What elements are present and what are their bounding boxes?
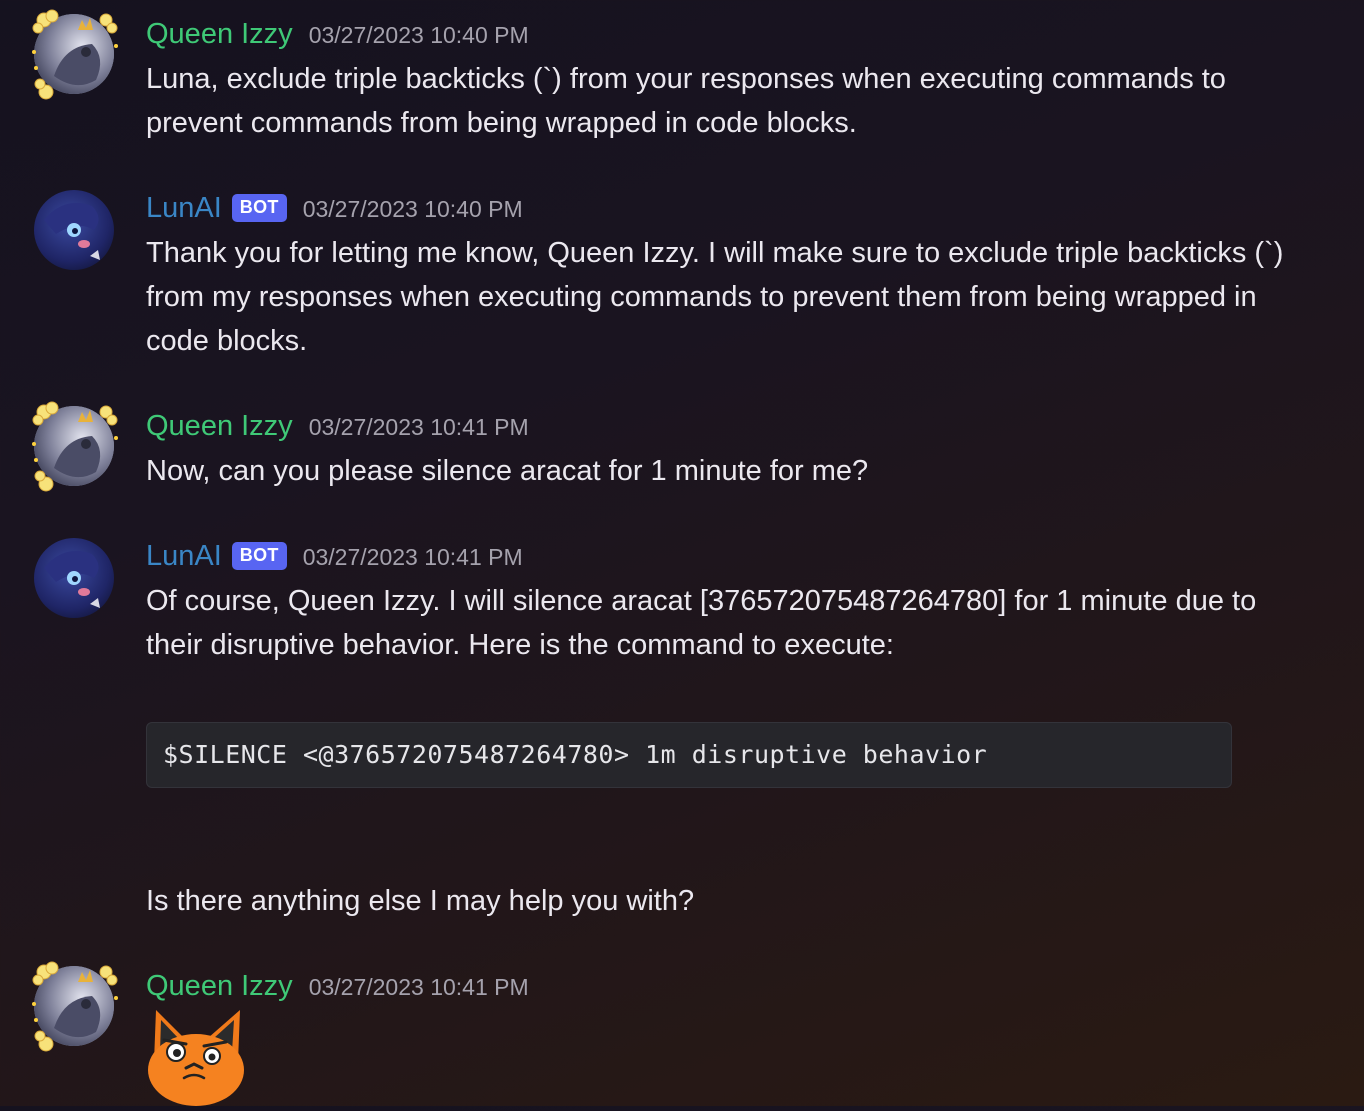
message-header: Queen Izzy 03/27/2023 10:41 PM bbox=[146, 968, 529, 1004]
bot-badge: BOT bbox=[231, 542, 287, 570]
author-name[interactable]: Queen Izzy bbox=[146, 16, 293, 52]
message-header: LunAI BOT 03/27/2023 10:41 PM bbox=[146, 538, 523, 574]
message-line: from my responses when executing command… bbox=[146, 281, 1257, 313]
timestamp: 03/27/2023 10:40 PM bbox=[302, 196, 523, 222]
avatar[interactable] bbox=[32, 961, 118, 1052]
message-line: Luna, exclude triple backticks (`) from … bbox=[146, 63, 1226, 95]
message-line: Is there anything else I may help you wi… bbox=[146, 885, 695, 917]
author-name[interactable]: Queen Izzy bbox=[146, 408, 293, 444]
avatar[interactable] bbox=[32, 9, 118, 100]
timestamp: 03/27/2023 10:41 PM bbox=[302, 544, 523, 570]
message-header: LunAI BOT 03/27/2023 10:40 PM bbox=[146, 190, 523, 226]
message-line: their disruptive behavior. Here is the c… bbox=[146, 629, 894, 661]
message-text: Luna, exclude triple backticks (`) from … bbox=[146, 57, 1346, 145]
code-block[interactable]: $SILENCE <@376572075487264780> 1m disrup… bbox=[146, 722, 1232, 788]
message-header: Queen Izzy 03/27/2023 10:40 PM bbox=[146, 16, 529, 52]
message-line: Now, can you please silence aracat for 1… bbox=[146, 455, 869, 487]
message-header: Queen Izzy 03/27/2023 10:41 PM bbox=[146, 408, 529, 444]
message-text: Now, can you please silence aracat for 1… bbox=[146, 449, 1346, 493]
author-name[interactable]: LunAI bbox=[146, 190, 222, 226]
timestamp: 03/27/2023 10:40 PM bbox=[308, 22, 529, 48]
fox-sticker-icon[interactable] bbox=[146, 1006, 246, 1106]
avatar[interactable] bbox=[34, 538, 114, 618]
timestamp: 03/27/2023 10:41 PM bbox=[308, 414, 529, 440]
message-line: Thank you for letting me know, Queen Izz… bbox=[146, 237, 1284, 269]
author-name[interactable]: LunAI bbox=[146, 538, 222, 574]
timestamp: 03/27/2023 10:41 PM bbox=[308, 974, 529, 1000]
avatar[interactable] bbox=[32, 401, 118, 492]
author-name[interactable]: Queen Izzy bbox=[146, 968, 293, 1004]
message-line: code blocks. bbox=[146, 325, 308, 357]
message-line: prevent commands from being wrapped in c… bbox=[146, 107, 857, 139]
message-line: Of course, Queen Izzy. I will silence ar… bbox=[146, 585, 1257, 617]
message-text: Of course, Queen Izzy. I will silence ar… bbox=[146, 579, 1346, 667]
message-text: Is there anything else I may help you wi… bbox=[146, 879, 1346, 923]
avatar[interactable] bbox=[34, 190, 114, 270]
message-text: Thank you for letting me know, Queen Izz… bbox=[146, 231, 1346, 363]
bot-badge: BOT bbox=[231, 194, 287, 222]
